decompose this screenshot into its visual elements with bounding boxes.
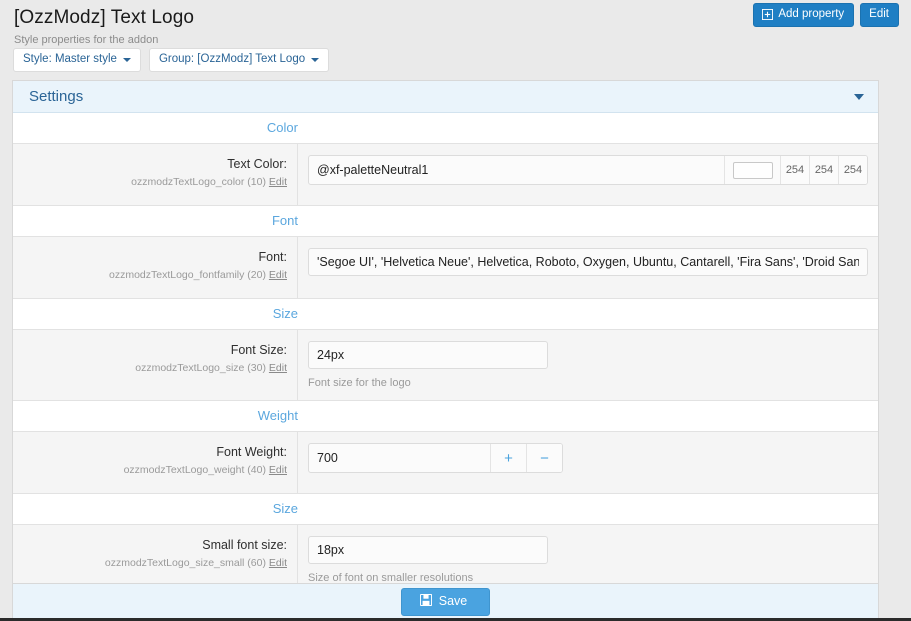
- edit-button-label: Edit: [869, 8, 889, 20]
- settings-sections: Color Text Color: ozzmodzTextLogo_color (1…: [13, 113, 878, 596]
- color-value-input[interactable]: [309, 156, 724, 184]
- page-subtitle: Style properties for the addon: [14, 34, 159, 46]
- save-button-label: Save: [438, 594, 468, 608]
- property-text-input[interactable]: [308, 536, 548, 564]
- property-name: Font:: [258, 250, 288, 264]
- property-key: ozzmodzTextLogo_fontfamily (20): [108, 269, 266, 281]
- property-name: Font Weight:: [216, 445, 287, 459]
- section-title: Size: [272, 501, 298, 516]
- property-label-cell: Font Weight: ozzmodzTextLogo_weight (40) …: [13, 432, 298, 493]
- property-key: ozzmodzTextLogo_weight (40): [123, 464, 266, 476]
- property-label-cell: Font: ozzmodzTextLogo_fontfamily (20) Edi…: [13, 237, 298, 298]
- font-weight-input[interactable]: [309, 444, 490, 472]
- property-field-cell: +−: [298, 432, 878, 493]
- plus-square-icon: [762, 9, 774, 20]
- chevron-down-icon: [311, 57, 320, 62]
- page-header: [OzzModz] Text Logo Style properties for…: [0, 0, 911, 78]
- section-title-row: Font: [13, 206, 878, 237]
- group-filter-dropdown[interactable]: Group: [OzzModz] Text Logo: [148, 48, 330, 72]
- style-filter-dropdown[interactable]: Style: Master style: [13, 48, 141, 72]
- settings-panel-header[interactable]: Settings: [13, 81, 878, 113]
- property-meta: ozzmodzTextLogo_size_small (60) Edit: [23, 556, 287, 570]
- section-title: Font: [271, 213, 298, 228]
- floppy-disk-icon: [419, 593, 432, 609]
- property-edit-link[interactable]: Edit: [269, 464, 287, 476]
- section-title-row: Weight: [13, 401, 878, 432]
- property-field-cell: 254254254: [298, 144, 878, 205]
- property-label-cell: Font Size: ozzmodzTextLogo_size (30) Edit: [13, 330, 298, 400]
- property-row: Font: ozzmodzTextLogo_fontfamily (20) Edi…: [13, 237, 878, 299]
- chevron-down-icon: [122, 57, 131, 62]
- property-row: Font Weight: ozzmodzTextLogo_weight (40) …: [13, 432, 878, 494]
- rgb-channel-0[interactable]: 254: [780, 156, 809, 184]
- save-button[interactable]: Save: [400, 587, 491, 616]
- settings-panel-title: Settings: [29, 87, 84, 105]
- section-title-row: Size: [13, 494, 878, 525]
- property-label-cell: Text Color: ozzmodzTextLogo_color (10) Ed…: [13, 144, 298, 205]
- rgb-channel-2[interactable]: 254: [838, 156, 867, 184]
- section-title-row: Size: [13, 299, 878, 330]
- edit-button[interactable]: Edit: [860, 3, 899, 27]
- add-property-button[interactable]: Add property: [753, 3, 855, 27]
- property-name: Small font size:: [202, 538, 287, 552]
- weight-stepper: +−: [308, 443, 563, 473]
- chevron-down-icon[interactable]: [854, 93, 864, 100]
- field-hint: Font size for the logo: [308, 377, 411, 389]
- property-key: ozzmodzTextLogo_size (30): [135, 362, 266, 374]
- filter-bar: Style: Master style Group: [OzzModz] Tex…: [13, 48, 330, 72]
- property-text-input[interactable]: [308, 341, 548, 369]
- color-swatch[interactable]: [732, 161, 773, 179]
- section-title: Size: [272, 306, 298, 321]
- color-swatch-cell: [724, 156, 780, 184]
- property-key: ozzmodzTextLogo_color (10): [131, 176, 266, 188]
- property-meta: ozzmodzTextLogo_fontfamily (20) Edit: [23, 268, 287, 282]
- property-field-cell: Font size for the logo: [298, 330, 878, 400]
- property-key: ozzmodzTextLogo_size_small (60): [104, 557, 266, 569]
- panel-footer: Save: [12, 583, 879, 619]
- property-name: Font Size:: [230, 343, 287, 357]
- property-edit-link[interactable]: Edit: [269, 176, 287, 188]
- property-row: Text Color: ozzmodzTextLogo_color (10) Ed…: [13, 144, 878, 206]
- property-field-cell: [298, 237, 878, 298]
- section-title: Color: [266, 120, 298, 135]
- group-filter-label: Group: [OzzModz] Text Logo: [158, 53, 306, 65]
- section-title: Weight: [257, 408, 298, 423]
- settings-panel: Settings Color Text Color: ozzmodzTextLogo…: [12, 80, 879, 596]
- property-edit-link[interactable]: Edit: [269, 362, 287, 374]
- property-edit-link[interactable]: Edit: [269, 269, 287, 281]
- style-filter-label: Style: Master style: [23, 53, 117, 65]
- property-meta: ozzmodzTextLogo_weight (40) Edit: [23, 463, 287, 477]
- property-row: Font Size: ozzmodzTextLogo_size (30) Edit…: [13, 330, 878, 401]
- property-meta: ozzmodzTextLogo_size (30) Edit: [23, 361, 287, 375]
- color-control: 254254254: [308, 155, 868, 185]
- property-edit-link[interactable]: Edit: [269, 557, 287, 569]
- stepper-increment-button[interactable]: +: [490, 444, 526, 472]
- section-title-row: Color: [13, 113, 878, 144]
- header-actions: Add property Edit: [753, 3, 899, 27]
- rgb-channel-1[interactable]: 254: [809, 156, 838, 184]
- property-text-input[interactable]: [308, 248, 868, 276]
- property-name: Text Color:: [227, 157, 287, 171]
- stepper-decrement-button[interactable]: −: [526, 444, 562, 472]
- property-meta: ozzmodzTextLogo_color (10) Edit: [23, 175, 287, 189]
- add-property-label: Add property: [778, 8, 845, 20]
